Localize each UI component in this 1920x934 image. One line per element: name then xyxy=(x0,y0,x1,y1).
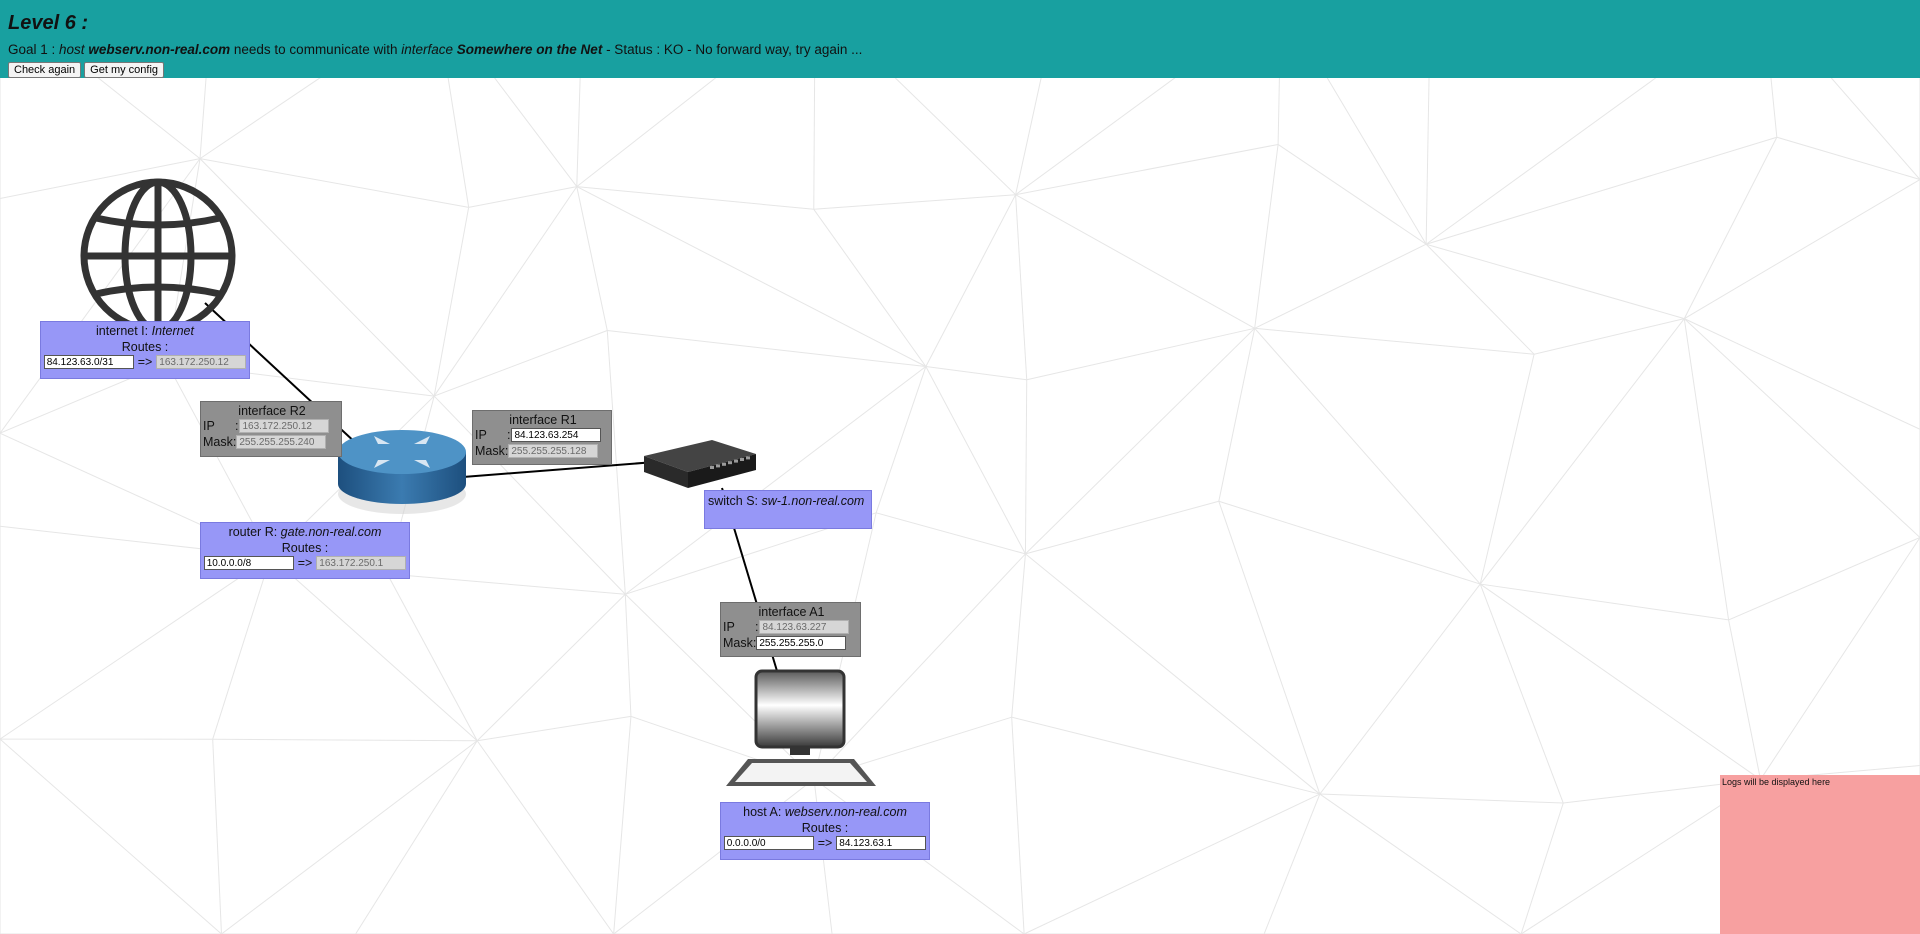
switch-icon[interactable] xyxy=(642,436,758,492)
mask-label: Mask xyxy=(475,444,505,458)
route-arrow: => xyxy=(297,556,313,570)
router-routes-label: Routes : xyxy=(281,541,329,555)
router-title-prefix: router R: xyxy=(228,525,281,539)
internet-routes-label: Routes : xyxy=(121,340,169,354)
interface-r2-box: interface R2 IP: Mask: xyxy=(200,401,342,457)
interface-r2-ip-input[interactable] xyxy=(239,419,330,433)
internet-node-box: internet I: Internet Routes : => xyxy=(40,321,250,379)
network-links xyxy=(204,302,778,672)
route-arrow: => xyxy=(817,836,833,850)
router-route-destination-input[interactable] xyxy=(203,556,294,570)
interface-a1-title: interface A1 xyxy=(758,605,825,619)
ip-colon: : xyxy=(507,428,511,442)
mask-label: Mask xyxy=(203,435,233,449)
ip-colon: : xyxy=(755,620,759,634)
interface-r2-title: interface R2 xyxy=(238,404,306,418)
internet-route-gateway-input[interactable] xyxy=(156,355,247,369)
interface-a1-mask-input[interactable] xyxy=(756,636,847,650)
host-route-destination-input[interactable] xyxy=(723,836,814,850)
host-routes-label: Routes : xyxy=(801,821,849,835)
interface-r2-mask-input[interactable] xyxy=(236,435,327,449)
interface-a1-box: interface A1 IP: Mask: xyxy=(720,602,861,657)
interface-r1-ip-input[interactable] xyxy=(511,428,602,442)
ip-label: IP xyxy=(475,428,487,442)
host-node-box: host A: webserv.non-real.com Routes : => xyxy=(720,802,930,860)
ip-label: IP xyxy=(203,419,215,433)
host-title-name: webserv.non-real.com xyxy=(784,805,907,819)
interface-r1-box: interface R1 IP: Mask: xyxy=(472,410,612,465)
ip-label: IP xyxy=(723,620,735,634)
internet-route-destination-input[interactable] xyxy=(43,355,134,369)
internet-title-prefix: internet I: xyxy=(96,324,152,338)
router-route-gateway-input[interactable] xyxy=(316,556,407,570)
globe-icon[interactable] xyxy=(78,176,238,336)
host-route-gateway-input[interactable] xyxy=(836,836,927,850)
switch-title-name: sw-1.non-real.com xyxy=(761,494,865,508)
router-node-box: router R: gate.non-real.com Routes : => xyxy=(200,522,410,579)
internet-title-name: Internet xyxy=(151,324,194,338)
logs-placeholder-text: Logs will be displayed here xyxy=(1722,777,1831,787)
route-arrow: => xyxy=(137,355,153,369)
computer-icon[interactable] xyxy=(724,668,878,788)
switch-node-box: switch S: sw-1.non-real.com xyxy=(704,490,872,529)
interface-r1-mask-input[interactable] xyxy=(508,444,599,458)
mask-label: Mask xyxy=(723,636,753,650)
router-title-name: gate.non-real.com xyxy=(280,525,382,539)
host-title-prefix: host A: xyxy=(743,805,785,819)
interface-a1-ip-input[interactable] xyxy=(759,620,850,634)
logs-panel: Logs will be displayed here xyxy=(1720,775,1920,934)
router-icon[interactable] xyxy=(332,422,472,522)
interface-r1-title: interface R1 xyxy=(509,413,577,427)
switch-title-prefix: switch S: xyxy=(708,494,762,508)
ip-colon: : xyxy=(235,419,239,433)
